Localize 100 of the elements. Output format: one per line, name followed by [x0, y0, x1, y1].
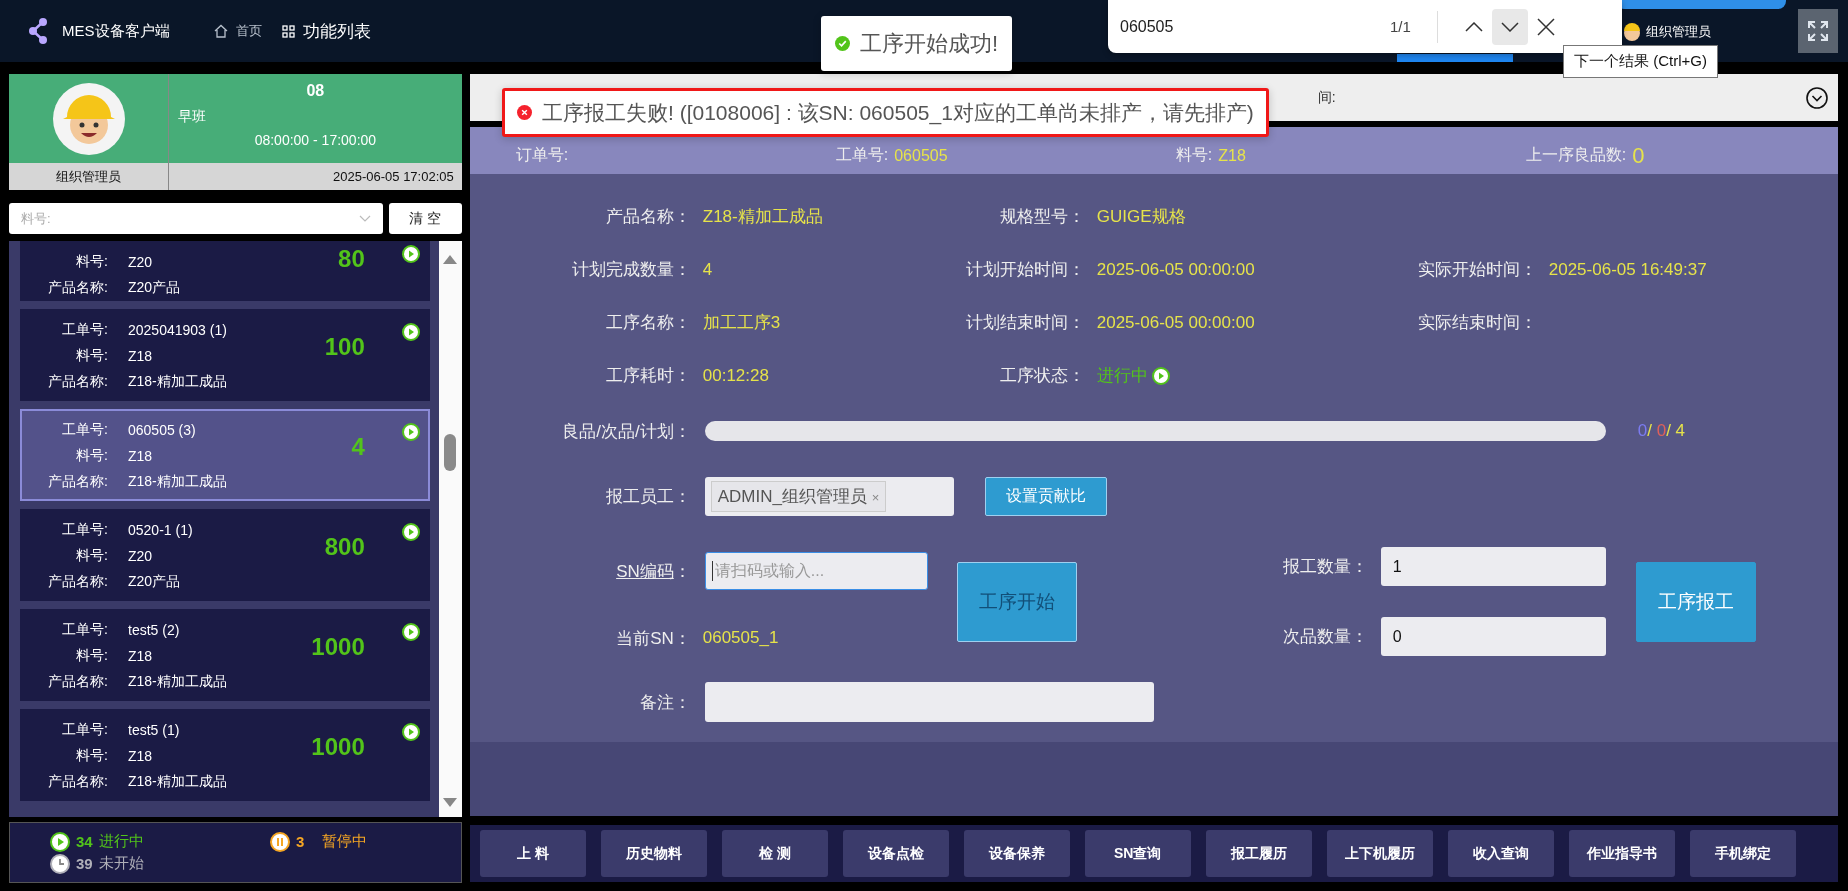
play-icon[interactable] — [402, 523, 420, 541]
chevron-up-icon — [1464, 21, 1483, 32]
scrollbar-thumb[interactable] — [444, 434, 457, 471]
arrow-down-icon[interactable] — [443, 798, 458, 807]
pause-icon — [270, 831, 290, 852]
chevron-circle-icon[interactable] — [1806, 86, 1828, 109]
avatar-icon — [1622, 22, 1642, 42]
field-label: 料号: — [75, 647, 108, 665]
toolbar-button[interactable]: 上 料 — [479, 830, 586, 877]
tooltip: 下一个结果 (Ctrl+G) — [1563, 45, 1718, 78]
clear-button[interactable]: 清 空 — [389, 203, 462, 234]
header-value: 060505 — [894, 146, 948, 165]
field-label: 产品名称: — [47, 773, 108, 791]
toast-message: 工序开始成功! — [860, 29, 999, 58]
match-count: 1/1 — [1390, 18, 1411, 35]
nav-link[interactable]: 首页 — [213, 22, 262, 40]
toolbar-button[interactable]: 设备保养 — [963, 830, 1070, 877]
work-order-card[interactable]: 料号: Z20 产品名称: Z20产品 80 — [20, 241, 430, 301]
toolbar-button[interactable]: SN查询 — [1084, 830, 1191, 877]
quantity: 1000 — [311, 633, 365, 661]
user-name: 组织管理员 — [1646, 23, 1711, 41]
field-value: Z18-精加工成品 — [128, 673, 227, 691]
play-icon[interactable] — [402, 245, 420, 263]
detail-label: 实际结束时间： — [1416, 312, 1537, 334]
toolbar-button[interactable]: 设备点检 — [842, 830, 949, 877]
field-label: 当前SN： — [615, 627, 691, 650]
sn-label-link[interactable]: SN编码 — [616, 561, 674, 581]
work-order-card[interactable]: 工单号: 0520-1 (1) 料号: Z20 产品名称: Z20产品 800 — [20, 509, 430, 601]
field-label: 次品数量： — [1281, 626, 1368, 648]
toolbar-button[interactable]: 报工履历 — [1205, 830, 1312, 877]
next-button[interactable] — [1491, 8, 1528, 45]
detail-value: 加工工序3 — [702, 312, 781, 334]
detail-label: 工序名称： — [604, 312, 691, 334]
detail-label: 实际开始时间： — [1416, 259, 1537, 281]
field-value: Z18-精加工成品 — [128, 473, 227, 491]
detail-value: 00:12:28 — [702, 365, 769, 386]
nav-link[interactable]: 功能列表 — [281, 19, 371, 43]
current-sn: 060505_1 — [702, 628, 779, 648]
field-label: 报工数量： — [1281, 556, 1368, 578]
detail-value: Z18-精加工成品 — [702, 206, 823, 228]
detail-value: 2025-06-05 00:00:00 — [1096, 259, 1255, 280]
shift-hours: 08:00:00 - 17:00:00 — [253, 132, 378, 148]
field-value: 060505 (3) — [128, 422, 196, 438]
header-label: 上一序良品数: — [1525, 145, 1627, 165]
toolbar-button[interactable]: 收入查询 — [1447, 830, 1554, 877]
header-value: 0 — [1632, 142, 1645, 169]
staff-select[interactable]: ADMIN_组织管理员 × — [704, 476, 954, 516]
detail-value: 进行中 — [1096, 365, 1148, 387]
field-value: Z18-精加工成品 — [128, 773, 227, 791]
fullscreen-button[interactable] — [1798, 9, 1838, 53]
defect-input[interactable]: 0 — [1380, 617, 1606, 656]
header-label: 料号: — [1175, 145, 1213, 165]
toolbar-button[interactable]: 作业指导书 — [1568, 830, 1675, 877]
toolbar-button[interactable]: 手机绑定 — [1689, 830, 1796, 877]
grid-icon — [281, 24, 295, 38]
toolbar-button[interactable]: 上下机履历 — [1326, 830, 1433, 877]
note-input[interactable] — [704, 682, 1154, 722]
play-icon[interactable] — [402, 423, 420, 441]
toast-message: 工序报工失败! ([0108006] : 该SN: 060505_1对应的工单尚未排产，请先排产) — [542, 99, 1254, 127]
work-order-card[interactable]: 工单号: test5 (1) 料号: Z18 产品名称: Z18-精加工成品 1000 — [20, 709, 430, 801]
field-label: 工单号: — [61, 621, 108, 639]
quantity-input[interactable]: 1 — [1380, 547, 1606, 586]
toolbar-button[interactable]: 检 测 — [721, 830, 828, 877]
field-label: 报工员工： — [604, 485, 691, 508]
play-icon — [1151, 366, 1170, 385]
field-label: 工单号: — [61, 521, 108, 539]
field-label: 工单号: — [61, 721, 108, 739]
arrow-up-icon[interactable] — [443, 255, 458, 264]
detail-label: 工序状态： — [998, 365, 1085, 387]
chevron-down-icon — [1500, 21, 1519, 32]
play-icon[interactable] — [402, 723, 420, 741]
field-label: 产品名称: — [47, 573, 108, 591]
detail-value: 4 — [702, 259, 713, 280]
field-value: Z20 — [128, 254, 153, 270]
header-label: 订单号: — [515, 145, 569, 165]
quantity: 4 — [351, 433, 365, 461]
field-label: 产品名称: — [47, 673, 108, 691]
play-icon[interactable] — [402, 623, 420, 641]
label-colon: ： — [673, 561, 691, 581]
share-nodes-icon — [28, 18, 48, 44]
find-query[interactable]: 060505 — [1120, 17, 1390, 36]
detail-label: 规格型号： — [998, 206, 1085, 228]
play-icon[interactable] — [402, 323, 420, 341]
field-value: Z18-精加工成品 — [128, 373, 227, 391]
work-order-card[interactable]: 工单号: 060505 (3) 料号: Z18 产品名称: Z18-精加工成品 4 — [20, 409, 430, 501]
header-label: 工单号: — [835, 145, 889, 165]
field-value: 0520-1 (1) — [128, 522, 193, 538]
toolbar-button[interactable]: 历史物料 — [600, 830, 707, 877]
status-label: 暂停中 — [322, 832, 368, 851]
progress-label: 良品/次品/计划： — [561, 420, 691, 443]
status-count: 3 — [296, 833, 305, 850]
field-label: 产品名称: — [47, 373, 108, 391]
work-order-card[interactable]: 工单号: test5 (2) 料号: Z18 产品名称: Z18-精加工成品 1000 — [20, 609, 430, 701]
field-label: 料号: — [75, 253, 108, 271]
work-order-card[interactable]: 工单号: 2025041903 (1) 料号: Z18 产品名称: Z18-精加工成品 100 — [20, 309, 430, 401]
detail-value: 2025-06-05 16:49:37 — [1548, 259, 1707, 280]
field-label: 工单号: — [61, 321, 108, 339]
field-label: 备注： — [638, 691, 691, 714]
current-datetime: 2025-06-05 17:02:05 — [169, 163, 462, 190]
scrollbar[interactable] — [438, 241, 462, 817]
